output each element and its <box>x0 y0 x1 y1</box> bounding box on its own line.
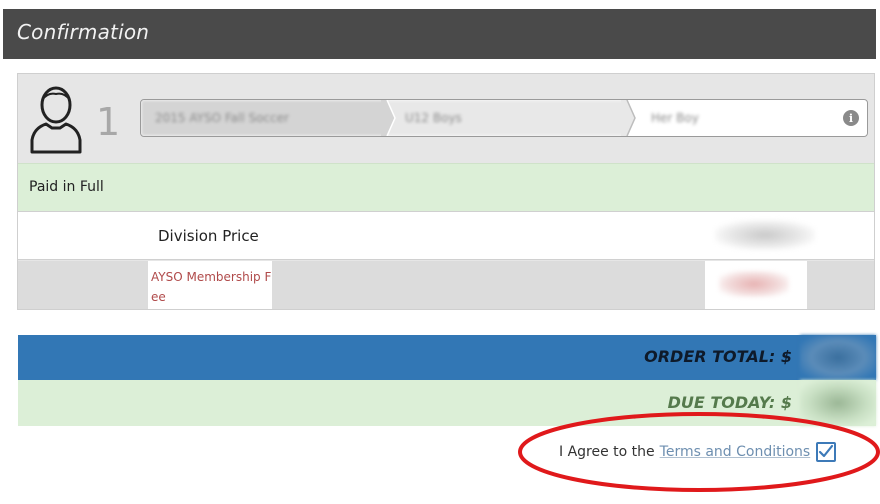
division-price-amount-redacted <box>715 220 815 250</box>
order-total-amount-redacted <box>800 335 876 380</box>
terms-agreement: I Agree to the Terms and Conditions <box>559 441 837 463</box>
payment-status-label: Paid in Full <box>29 179 104 195</box>
breadcrumb-chevron-icon <box>621 100 636 136</box>
due-today-row: DUE TODAY: $ <box>18 380 876 426</box>
breadcrumb-division: U12 Boys <box>387 100 627 136</box>
due-today-amount-redacted <box>800 380 876 426</box>
player-number: 1 <box>96 100 121 144</box>
info-icon[interactable]: i <box>843 110 859 126</box>
order-total-label: ORDER TOTAL: $ <box>644 347 792 366</box>
order-total-row: ORDER TOTAL: $ <box>18 335 876 380</box>
checkmark-icon <box>819 444 834 458</box>
membership-fee-label: AYSO Membership Fee <box>148 261 272 309</box>
player-row: 1 2015 AYSO Fall Soccer U12 Boys Her Boy… <box>18 74 874 163</box>
breadcrumb-chevron-icon <box>381 100 396 136</box>
agreement-prefix: I Agree to the <box>559 444 655 460</box>
registration-card: 1 2015 AYSO Fall Soccer U12 Boys Her Boy… <box>17 73 875 310</box>
breadcrumb-player: Her Boy <box>627 100 867 136</box>
page-title: Confirmation <box>17 20 150 44</box>
registration-breadcrumb: 2015 AYSO Fall Soccer U12 Boys Her Boy i <box>140 99 868 137</box>
terms-and-conditions-link[interactable]: Terms and Conditions <box>660 444 811 460</box>
breadcrumb-program: 2015 AYSO Fall Soccer <box>141 100 386 136</box>
due-today-label: DUE TODAY: $ <box>667 393 792 412</box>
membership-fee-amount-redacted <box>719 271 789 297</box>
division-price-label: Division Price <box>158 227 259 245</box>
payment-status-row: Paid in Full <box>18 163 874 212</box>
user-icon <box>30 86 82 154</box>
confirmation-header: Confirmation <box>3 9 876 59</box>
agree-checkbox[interactable] <box>816 442 837 462</box>
membership-fee-amount <box>705 261 807 309</box>
line-item-row: Division Price <box>18 212 874 260</box>
line-item-row: AYSO Membership Fee <box>18 261 874 309</box>
